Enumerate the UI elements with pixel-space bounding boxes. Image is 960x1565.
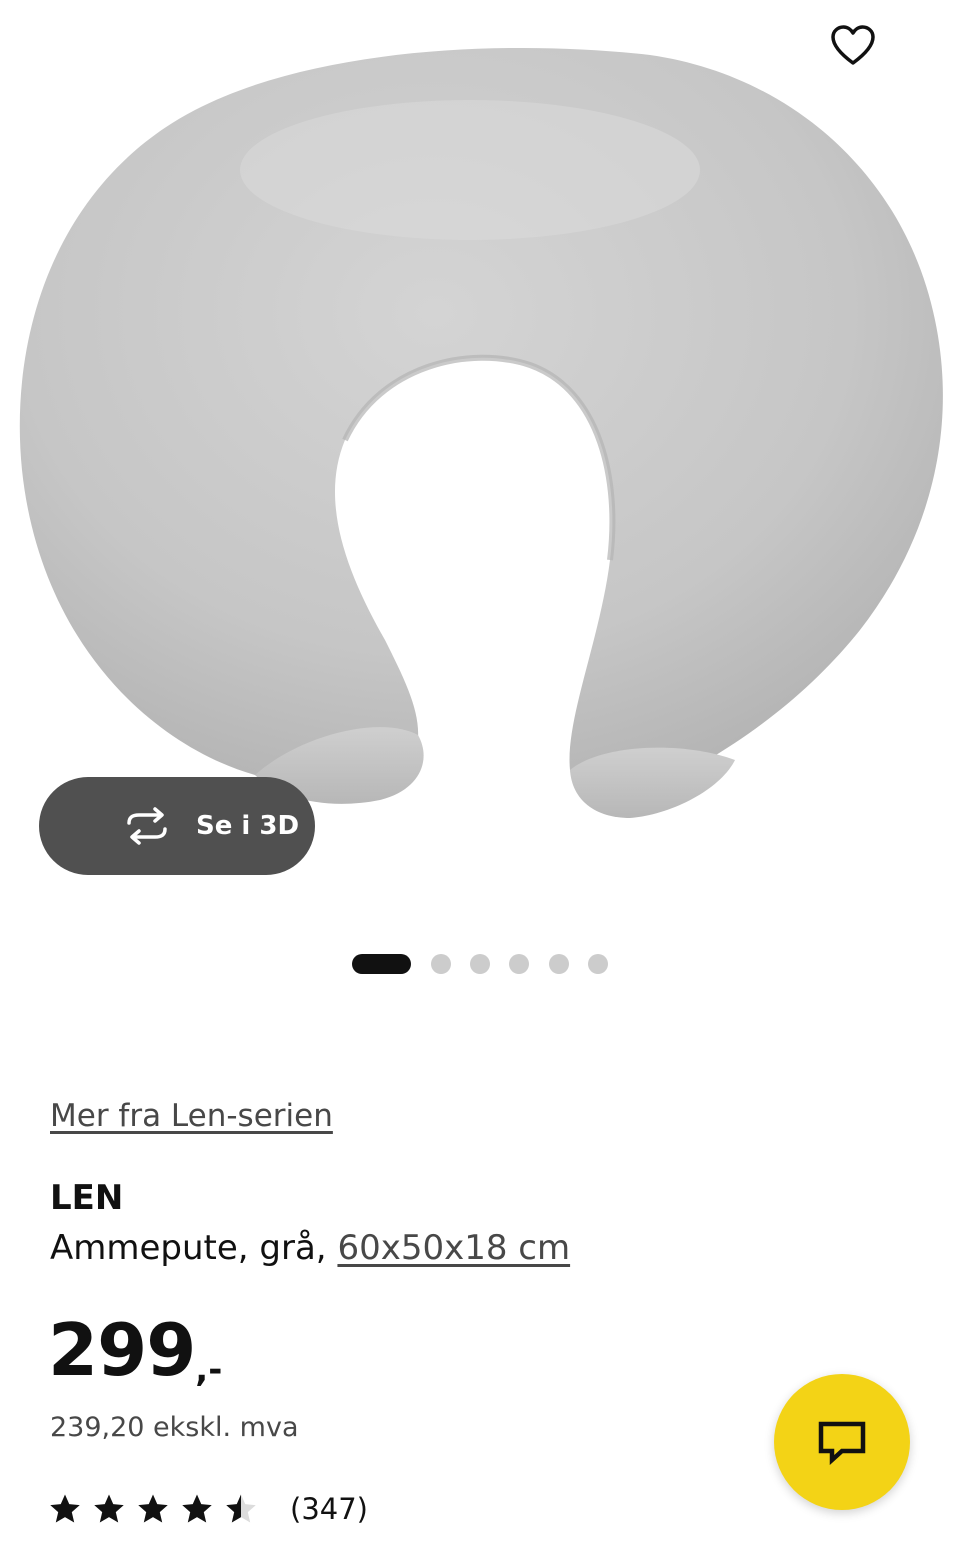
series-link[interactable]: Mer fra Len-serien — [50, 1094, 333, 1138]
carousel-indicators — [352, 954, 612, 974]
price-excl-vat: 239,20 ekskl. mva — [50, 1412, 299, 1443]
carousel-dot-3[interactable] — [470, 954, 490, 974]
product-price: 299,- — [48, 1310, 222, 1390]
product-name: LEN — [50, 1178, 124, 1218]
heart-outline-icon — [831, 25, 875, 65]
star-full-icon — [94, 1494, 124, 1523]
star-full-icon — [50, 1494, 80, 1523]
view-in-3d-label: Se i 3D — [196, 811, 300, 841]
chat-bubble-icon — [818, 1421, 866, 1465]
product-description-text: Ammepute, grå, — [50, 1228, 338, 1268]
chat-button[interactable] — [774, 1374, 910, 1510]
carousel-dot-4[interactable] — [509, 954, 529, 974]
star-full-icon — [182, 1494, 212, 1523]
rating-stars — [48, 1492, 268, 1526]
product-image[interactable]: Se i 3D — [0, 0, 960, 910]
price-amount: 299 — [48, 1308, 196, 1392]
carousel-dot-5[interactable] — [549, 954, 569, 974]
rating[interactable]: (347) — [48, 1487, 368, 1531]
favorite-button[interactable] — [830, 24, 892, 82]
price-suffix: ,- — [195, 1350, 223, 1390]
carousel-dot-2[interactable] — [431, 954, 451, 974]
star-full-icon — [138, 1494, 168, 1523]
rating-count: (347) — [290, 1492, 368, 1526]
nursing-pillow-image — [19, 47, 943, 818]
carousel-dot-1[interactable] — [352, 954, 411, 974]
product-size-link[interactable]: 60x50x18 cm — [337, 1228, 570, 1268]
product-description: Ammepute, grå, 60x50x18 cm — [50, 1225, 570, 1271]
view-in-3d-button[interactable]: Se i 3D — [39, 777, 315, 875]
star-half-icon — [226, 1494, 256, 1523]
rotate-arrows-icon — [127, 807, 167, 845]
carousel-dot-6[interactable] — [588, 954, 608, 974]
